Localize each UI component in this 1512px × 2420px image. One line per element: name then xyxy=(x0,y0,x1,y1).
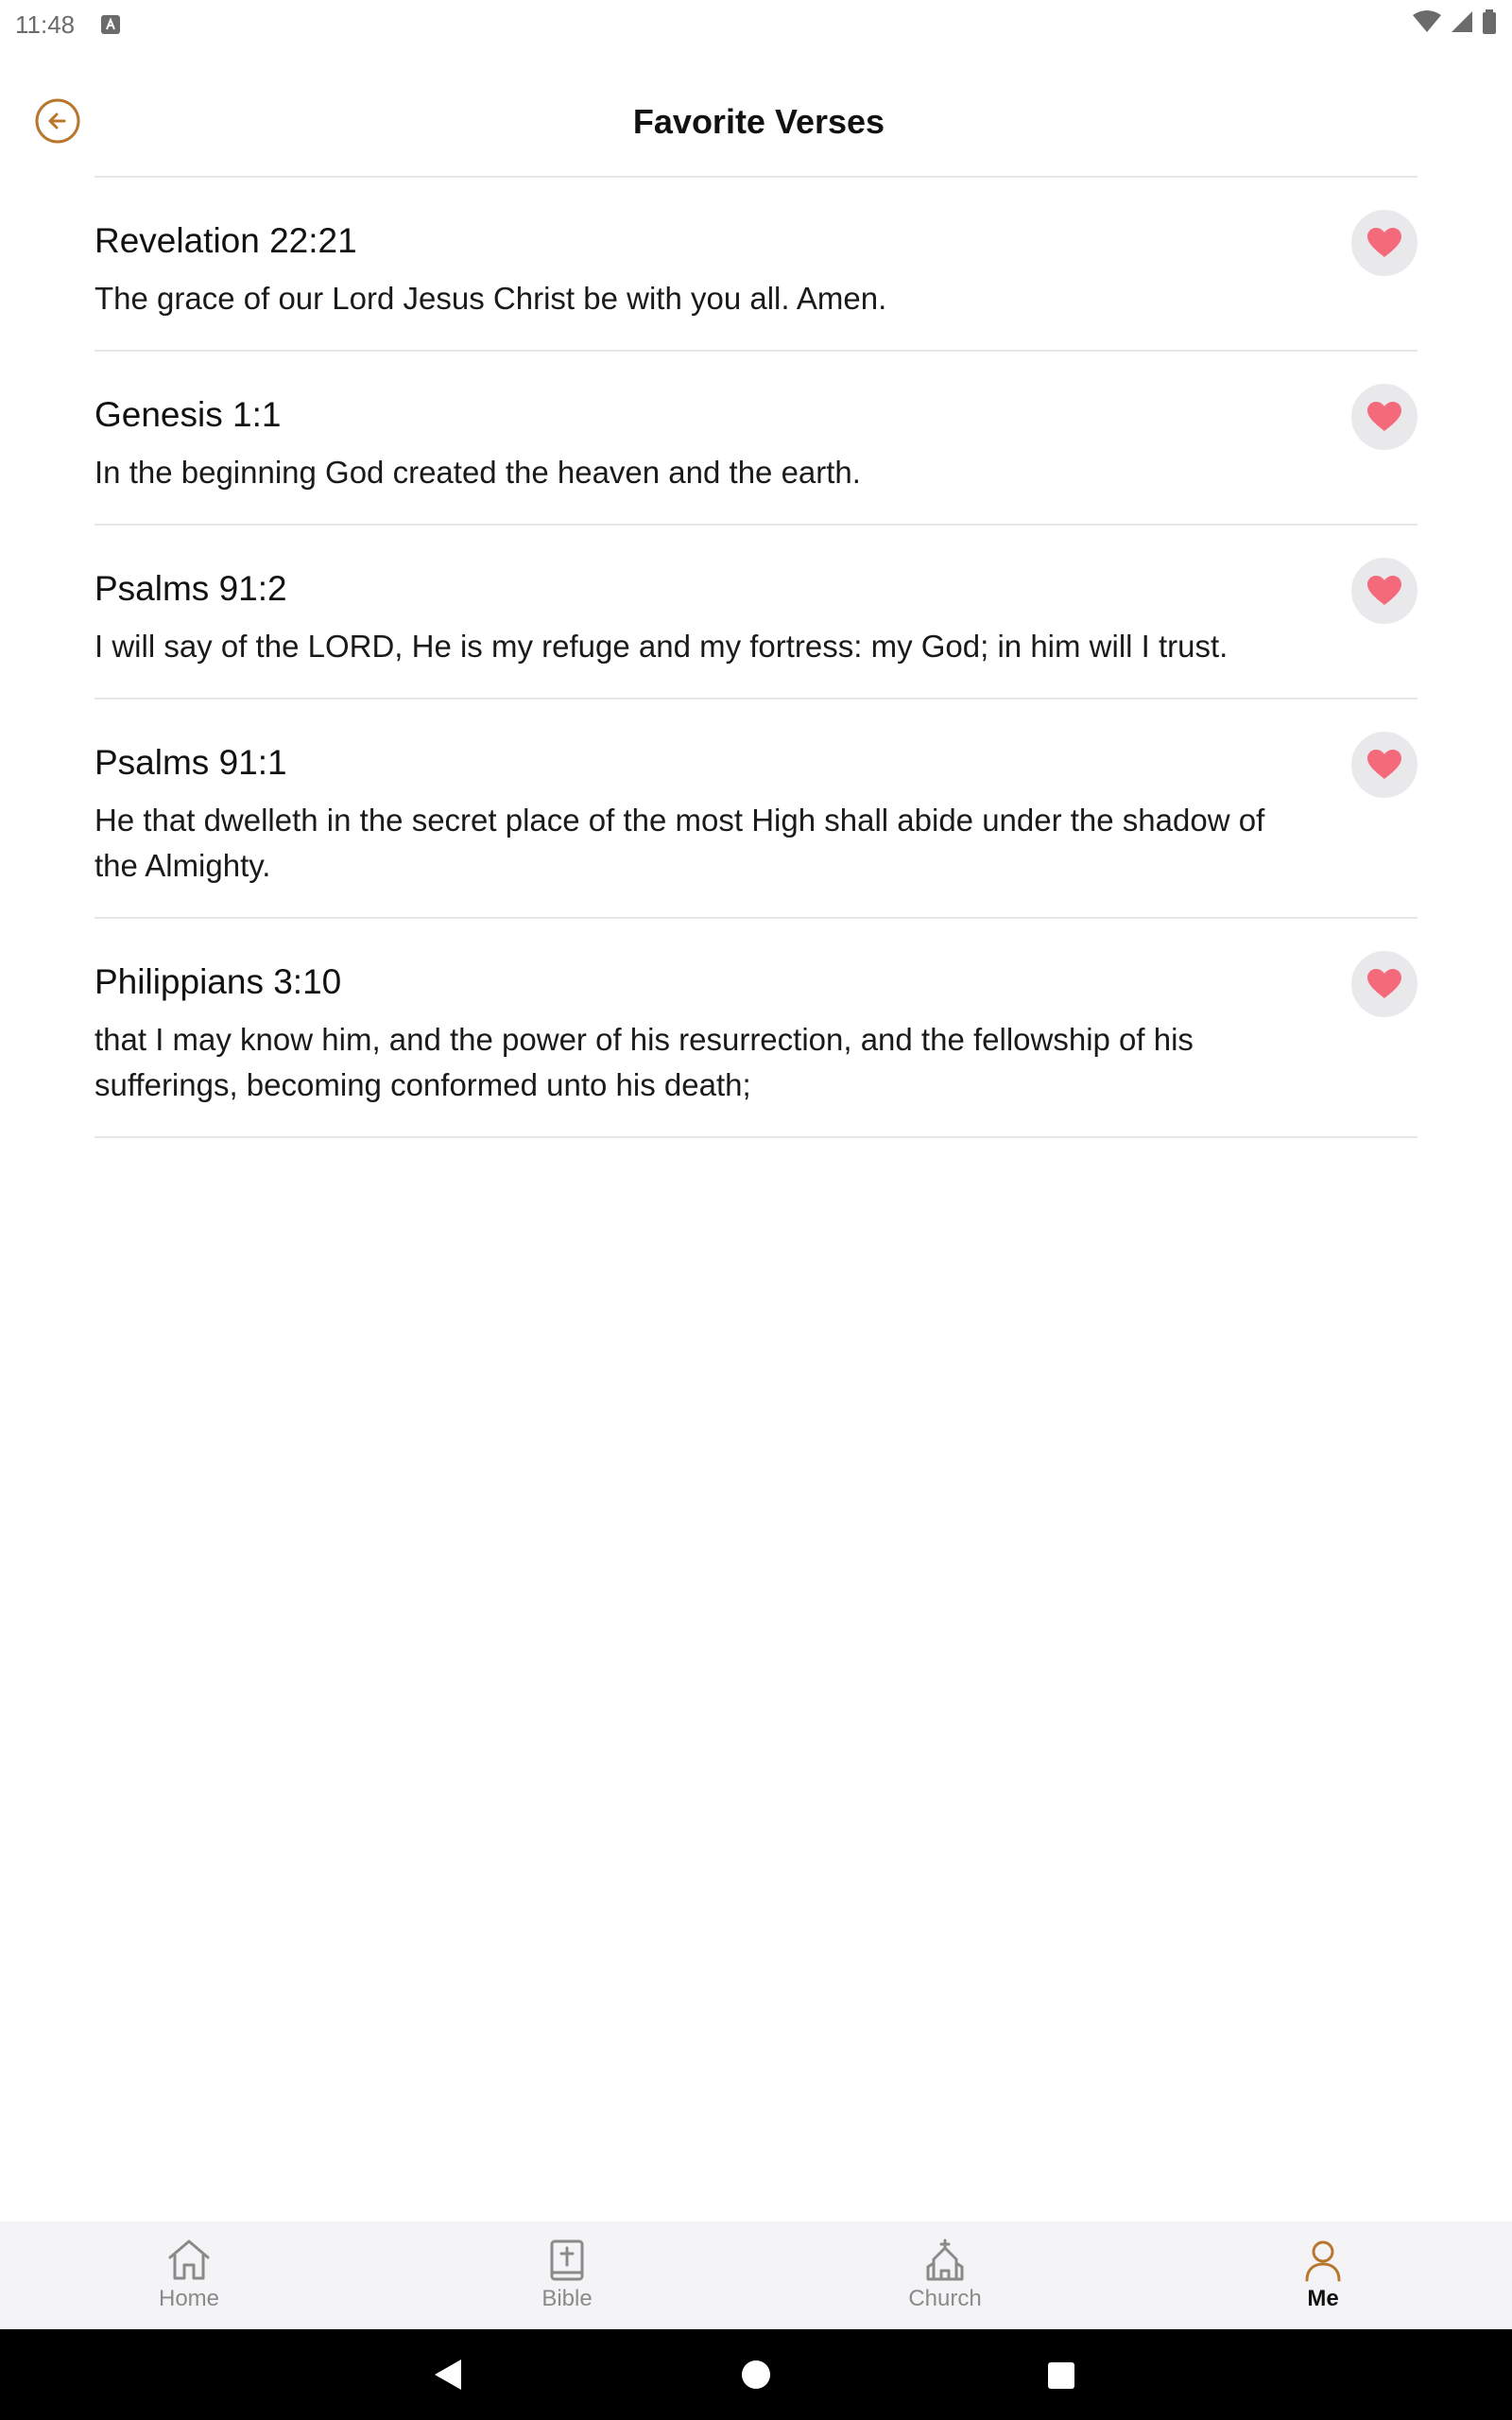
system-home-button[interactable] xyxy=(741,2360,771,2394)
status-right xyxy=(1412,9,1497,41)
heart-icon xyxy=(1367,402,1401,431)
unfavorite-button[interactable] xyxy=(1351,210,1418,276)
verse-item[interactable]: Psalms 91:2 I will say of the LORD, He i… xyxy=(94,526,1418,700)
verse-text: I will say of the LORD, He is my refuge … xyxy=(94,629,1228,664)
verse-reference: Genesis 1:1 xyxy=(94,395,282,434)
heart-icon xyxy=(1367,228,1401,257)
verse-reference: Psalms 91:2 xyxy=(94,569,287,608)
screen: 11:48 Favorite Verses Revelation 22:21 T… xyxy=(0,0,1512,2420)
nav-item-me[interactable]: Me xyxy=(1134,2221,1512,2329)
nav-label: Bible xyxy=(541,2286,593,2311)
header: Favorite Verses xyxy=(0,85,1512,161)
nav-label: Me xyxy=(1307,2286,1339,2311)
home-icon xyxy=(168,2239,210,2280)
nav-item-home[interactable]: Home xyxy=(0,2221,378,2329)
unfavorite-button[interactable] xyxy=(1351,384,1418,450)
verse-text: that I may know him, and the power of hi… xyxy=(94,1022,1194,1102)
favorite-verses-list: Revelation 22:21 The grace of our Lord J… xyxy=(94,176,1418,1138)
verse-reference: Psalms 91:1 xyxy=(94,743,287,782)
system-navigation-bar xyxy=(0,2329,1512,2420)
nav-label: Church xyxy=(908,2286,982,2311)
status-time: 11:48 xyxy=(15,9,76,39)
nav-item-church[interactable]: Church xyxy=(756,2221,1134,2329)
heart-icon xyxy=(1367,576,1401,605)
verse-text: The grace of our Lord Jesus Christ be wi… xyxy=(94,281,887,316)
verse-reference: Revelation 22:21 xyxy=(94,221,357,260)
verse-text: He that dwelleth in the secret place of … xyxy=(94,803,1265,883)
home-circle-icon xyxy=(742,2360,770,2389)
verse-item[interactable]: Psalms 91:1 He that dwelleth in the secr… xyxy=(94,700,1418,919)
heart-icon xyxy=(1367,750,1401,779)
unfavorite-button[interactable] xyxy=(1351,732,1418,798)
person-icon xyxy=(1305,2240,1341,2282)
cell-signal-icon xyxy=(1450,9,1474,41)
verse-reference: Philippians 3:10 xyxy=(94,962,342,1001)
recents-square-icon xyxy=(1048,2362,1074,2389)
status-bar: 11:48 xyxy=(0,0,1512,49)
app-notification-icon xyxy=(101,15,121,34)
unfavorite-button[interactable] xyxy=(1351,558,1418,624)
system-recents-button[interactable] xyxy=(1047,2361,1075,2394)
bottom-navigation: Home Bible Church Me xyxy=(0,2221,1512,2329)
verse-text: In the beginning God created the heaven … xyxy=(94,455,861,490)
status-left: 11:48 xyxy=(15,9,121,40)
back-triangle-icon xyxy=(435,2360,461,2390)
verse-item[interactable]: Revelation 22:21 The grace of our Lord J… xyxy=(94,178,1418,352)
battery-icon xyxy=(1482,9,1497,41)
system-back-button[interactable] xyxy=(433,2358,463,2396)
verse-item[interactable]: Philippians 3:10 that I may know him, an… xyxy=(94,919,1418,1138)
unfavorite-button[interactable] xyxy=(1351,951,1418,1017)
wifi-icon xyxy=(1412,9,1442,41)
verse-item[interactable]: Genesis 1:1 In the beginning God created… xyxy=(94,352,1418,526)
nav-item-bible[interactable]: Bible xyxy=(378,2221,756,2329)
page-title: Favorite Verses xyxy=(632,102,885,141)
bible-icon xyxy=(550,2239,584,2281)
church-icon xyxy=(926,2238,964,2281)
heart-icon xyxy=(1367,969,1401,998)
nav-label: Home xyxy=(158,2286,220,2311)
